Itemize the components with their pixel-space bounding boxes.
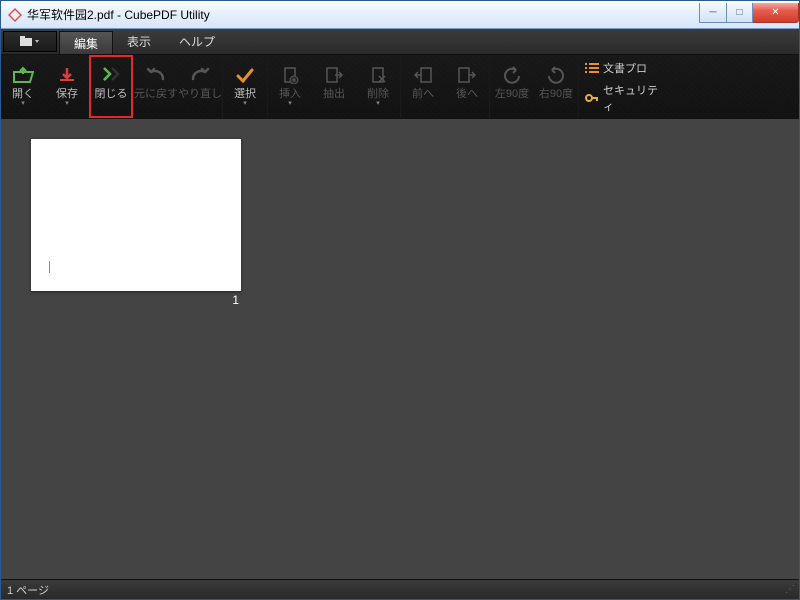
select-button[interactable]: 選択 ▾ [223,55,267,118]
list-icon [585,61,599,75]
save-label: 保存 [56,89,78,100]
rotate-right-button: 右90度 [534,55,578,118]
window-title: 华军软件园2.pdf - CubePDF Utility [27,6,699,23]
page-number-label: 1 [31,291,241,307]
app-window: 华军软件园2.pdf - CubePDF Utility ─ □ ✕ 編集表示ヘ… [0,0,800,600]
security-label: セキュリティ [603,82,661,114]
tab-0[interactable]: 編集 [59,31,113,54]
select-icon [234,65,256,85]
delete-icon [367,65,389,85]
insert-label: 挿入 [279,89,301,100]
prev-button: 前へ [401,55,445,118]
open-button[interactable]: 開く ▾ [1,55,45,118]
security-button[interactable]: セキュリティ [585,82,661,114]
close-button[interactable]: 閉じる [89,55,133,118]
app-icon [7,7,23,23]
undo-label: 元に戻す [134,89,178,100]
redo-icon [189,65,211,85]
insert-icon [279,65,301,85]
page-preview [31,139,241,291]
next-label: 後へ [456,89,478,100]
extract-label: 抽出 [323,89,345,100]
titlebar[interactable]: 华军软件园2.pdf - CubePDF Utility ─ □ ✕ [1,1,799,29]
undo-button: 元に戻す [134,55,178,118]
open-label: 開く [12,89,34,100]
open-icon [12,65,34,85]
redo-button: やり直し [178,55,222,118]
dropdown-indicator: ▾ [288,104,292,108]
tab-2[interactable]: ヘルプ [165,29,229,54]
select-label: 選択 [234,89,256,100]
tab-1[interactable]: 表示 [113,29,165,54]
extract-button: 抽出 [312,55,356,118]
dropdown-indicator: ▾ [243,104,247,108]
menubar: 編集表示ヘルプ [1,29,799,55]
resize-grip[interactable]: ⋰ [785,584,793,595]
content-area[interactable]: 1 [1,119,799,579]
delete-button: 削除 ▾ [356,55,400,118]
extract-icon [323,65,345,85]
delete-label: 削除 [367,89,389,100]
save-button[interactable]: 保存 ▾ [45,55,89,118]
doc-props-label: 文書プロ [603,60,647,76]
dropdown-indicator: ▾ [65,104,69,108]
ribbon-side-panel: 文書プロ セキュリティ [579,55,667,118]
prev-icon [412,65,434,85]
key-icon [585,91,599,105]
page-thumbnail[interactable]: 1 [31,139,241,307]
redo-label: やり直し [178,89,222,100]
rotate-left-label: 左90度 [495,89,529,100]
dropdown-indicator: ▾ [21,104,25,108]
statusbar: 1 ページ ⋰ [1,579,799,599]
rotate-right-label: 右90度 [539,89,573,100]
close-icon [100,65,122,85]
ribbon: 開く ▾ 保存 ▾ 閉じる 元に戻す やり直し 選択 ▾ 挿入 ▾ 抽出 削除 ▾ 前へ 後へ 左9… [1,55,799,119]
maximize-button[interactable]: □ [727,3,753,23]
undo-icon [145,65,167,85]
minimize-button[interactable]: ─ [699,3,727,23]
save-icon [56,65,78,85]
dropdown-indicator: ▾ [376,104,380,108]
rotate-left-icon [501,65,523,85]
file-menu-button[interactable] [3,31,57,52]
doc-props-button[interactable]: 文書プロ [585,60,661,76]
next-button: 後へ [445,55,489,118]
rotate-left-button: 左90度 [490,55,534,118]
rotate-right-icon [545,65,567,85]
next-icon [456,65,478,85]
window-controls: ─ □ ✕ [699,3,799,23]
close-label: 閉じる [95,89,128,100]
prev-label: 前へ [412,89,434,100]
insert-button: 挿入 ▾ [268,55,312,118]
close-window-button[interactable]: ✕ [753,3,799,23]
status-text: 1 ページ [7,582,49,598]
